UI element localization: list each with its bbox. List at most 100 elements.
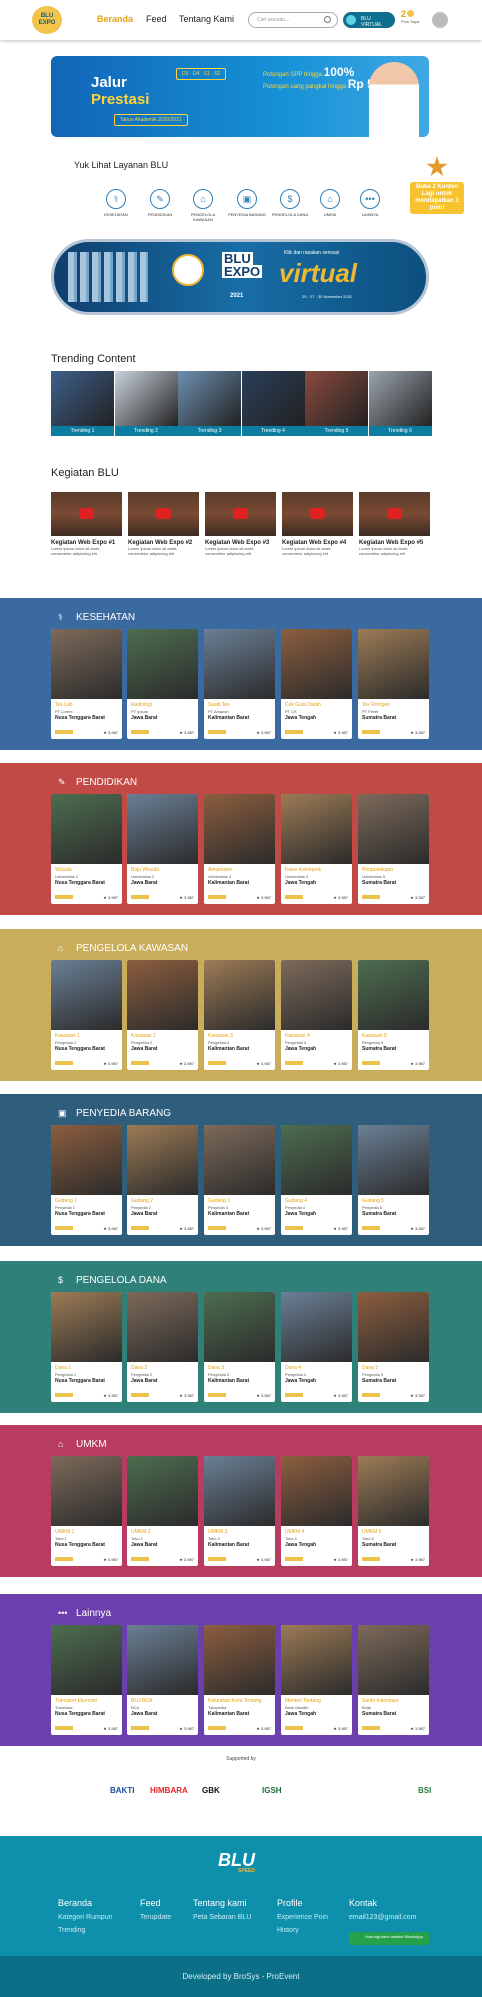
footer-heading[interactable]: Tentang kami <box>193 1898 247 1908</box>
trending-card[interactable]: Trending 5 <box>305 371 368 436</box>
nav-tentang-kami[interactable]: Tentang Kami <box>179 14 234 24</box>
item-image <box>281 1292 352 1362</box>
category-title[interactable]: UMKM <box>76 1439 107 1450</box>
item-card[interactable]: Kawasan 4 Pengelola 4 Jawa Tengah ★ 3.987 <box>281 960 352 1070</box>
video-thumbnail[interactable] <box>128 492 199 536</box>
item-card[interactable]: Kawasan 1 Pengelola 1 Nusa Tenggara Barat ★… <box>51 960 122 1070</box>
service-pengelola-kawasan[interactable]: ⌂ PENGELOLA KAWASAN <box>184 189 222 222</box>
avatar[interactable] <box>432 12 448 28</box>
item-card[interactable]: Perpustakaan Universitas 5 Sumatra Barat ★ … <box>358 794 429 904</box>
blu-expo-virtual-banner[interactable]: BLU EXPO Klik dan rasakan sensasi virtual… <box>51 239 429 315</box>
item-card[interactable]: Almamater Universitas 3 Kalimantan Barat ★ … <box>204 794 275 904</box>
footer-link[interactable]: Trending <box>58 1927 112 1934</box>
rating-bar <box>362 1557 380 1561</box>
item-card[interactable]: Kawasan 5 Pengelola 5 Sumatra Barat ★ 3.987 <box>358 960 429 1070</box>
footer-link[interactable]: History <box>277 1927 328 1934</box>
footer-heading[interactable]: Beranda <box>58 1898 92 1908</box>
video-thumbnail[interactable] <box>282 492 353 536</box>
search-icon[interactable] <box>324 16 331 23</box>
item-card[interactable]: UMKM 1 Toko 1 Nusa Tenggara Barat ★ 3.987 <box>51 1456 122 1566</box>
whatsapp-button[interactable]: Hubungi kami melalui WhatsApp <box>349 1932 429 1945</box>
service-umkm[interactable]: ⌂ UMKM <box>311 189 349 217</box>
trending-card[interactable]: Trending 3 <box>178 371 241 436</box>
video-thumbnail[interactable] <box>51 492 122 536</box>
kegiatan-card[interactable]: Kegiatan Web Expo #5 Lorem ipsum dolor si… <box>359 492 430 556</box>
item-card[interactable]: Dana 4 Pengelola 4 Jawa Tengah ★ 3.987 <box>281 1292 352 1402</box>
footer-heading[interactable]: Kontak <box>349 1898 377 1908</box>
footer-link[interactable]: Experience Poin <box>277 1914 328 1921</box>
trending-card[interactable]: Trending 1 <box>51 371 114 436</box>
video-thumbnail[interactable] <box>359 492 430 536</box>
item-card[interactable]: Kawasan 3 Pengelola 3 Kalimantan Barat ★ 3.… <box>204 960 275 1070</box>
item-card[interactable]: Dana 1 Pengelola 1 Nusa Tenggara Barat ★ 3.… <box>51 1292 122 1402</box>
footer-link[interactable]: Peta Sebaran BLU <box>193 1914 251 1921</box>
trending-card[interactable]: Trending 2 <box>114 371 178 436</box>
blu-expo-logo[interactable]: BLU EXPO <box>32 6 62 34</box>
kegiatan-card[interactable]: Kegiatan Web Expo #2 Lorem ipsum dolor si… <box>128 492 199 556</box>
service-pendidikan[interactable]: ✎ PENDIDIKAN <box>141 189 179 217</box>
trending-card[interactable]: Trending 4 <box>241 371 305 436</box>
item-card[interactable]: Kelurahan Kota Tentang Tokopedia Kalimanta… <box>204 1625 275 1735</box>
service-penyedia-barang[interactable]: ▣ PENYEDIA BARANG <box>228 189 266 217</box>
nav-beranda[interactable]: Beranda <box>97 14 133 24</box>
item-card[interactable]: BLU BCA BCA Jawa Barat ★ 3.987 <box>127 1625 198 1735</box>
item-card[interactable]: Santri Indonesia Bnak Sumatra Barat ★ 3.987 <box>358 1625 429 1735</box>
category-title[interactable]: Lainnya <box>76 1608 111 1619</box>
item-card[interactable]: Transport Ekonomi Traveloka Nusa Tenggara … <box>51 1625 122 1735</box>
item-card[interactable]: Menteri Tentang Bank Mandiri Jawa Tengah ★ … <box>281 1625 352 1735</box>
item-card[interactable]: UMKM 2 Toko 2 Jawa Barat ★ 3.987 <box>127 1456 198 1566</box>
item-card[interactable]: Cek Gula Darah PT CK Jawa Tengah ★ 3.987 <box>281 629 352 739</box>
service-pengelola-dana[interactable]: $ PENGELOLA DANA <box>271 189 309 217</box>
item-card[interactable]: Tes Rontgen PT Fimer Sumatra Barat ★ 3.987 <box>358 629 429 739</box>
search-input[interactable]: Cari sesuatu... <box>248 12 338 28</box>
item-card[interactable]: Dana 3 Pengelola 3 Kalimantan Barat ★ 3.987 <box>204 1292 275 1402</box>
service-lainnya[interactable]: ••• LAINNYA <box>351 189 389 217</box>
blu-virtual-button[interactable]: BLU VIRTUAL <box>343 12 395 28</box>
rating-bar <box>208 1393 226 1397</box>
unlock-badge[interactable]: Buka 2 Konten Lagi untuk mendapatkan 1 p… <box>408 156 466 218</box>
item-card[interactable]: Gudang 4 Penyedia 4 Jawa Tengah ★ 3.987 <box>281 1125 352 1235</box>
item-card[interactable]: Gudang 5 Penyedia 5 Sumatra Barat ★ 3.987 <box>358 1125 429 1235</box>
item-card[interactable]: UMKM 5 Toko 5 Sumatra Barat ★ 3.987 <box>358 1456 429 1566</box>
category-title[interactable]: PENGELOLA KAWASAN <box>76 943 188 954</box>
trending-image <box>368 371 432 426</box>
footer-link[interactable]: Kategori Rumpun <box>58 1914 112 1921</box>
item-provider: Pengelola 1 <box>55 1040 77 1045</box>
item-provider: PT Amazon <box>208 709 229 714</box>
kegiatan-card[interactable]: Kegiatan Web Expo #1 Lorem ipsum dolor si… <box>51 492 122 556</box>
item-card[interactable]: Gudang 2 Penyedia 2 Jawa Barat ★ 3.987 <box>127 1125 198 1235</box>
item-card[interactable]: Dana 5 Pengelola 5 Sumatra Barat ★ 3.987 <box>358 1292 429 1402</box>
item-card[interactable]: UMKM 3 Toko 3 Kalimantan Barat ★ 3.987 <box>204 1456 275 1566</box>
promo-banner[interactable]: Jalur Prestasi D3 · D4 · S1 · S2 Tahun Ak… <box>51 56 429 137</box>
item-title: UMKM 2 <box>131 1529 151 1535</box>
item-card[interactable]: Radiologi PT Ipsum Jawa Barat ★ 3.987 <box>127 629 198 739</box>
item-card[interactable]: Swab Tes PT Amazon Kalimantan Barat ★ 3.987 <box>204 629 275 739</box>
navbar: BLU EXPO Beranda Feed Tentang Kami Cari … <box>0 0 482 40</box>
category-title[interactable]: PENYEDIA BARANG <box>76 1108 171 1119</box>
footer-heading[interactable]: Profile <box>277 1898 303 1908</box>
item-card[interactable]: Tes Lab PT Lorem Nusa Tenggara Barat ★ 3.98… <box>51 629 122 739</box>
footer-heading[interactable]: Feed <box>140 1898 161 1908</box>
category-title[interactable]: PENDIDIKAN <box>76 777 137 788</box>
item-card[interactable]: Wisuda Universitas 1 Nusa Tenggara Barat ★ … <box>51 794 122 904</box>
kegiatan-card[interactable]: Kegiatan Web Expo #4 Lorem ipsum dolor si… <box>282 492 353 556</box>
footer-link[interactable]: email123@gmail.com <box>349 1914 416 1921</box>
item-card[interactable]: Gudang 1 Penyedia 1 Nusa Tenggara Barat ★ 3… <box>51 1125 122 1235</box>
category-title[interactable]: KESEHATAN <box>76 612 135 623</box>
item-card[interactable]: Kawasan 2 Pengelola 2 Jawa Barat ★ 3.987 <box>127 960 198 1070</box>
item-card[interactable]: UMKM 4 Toko 4 Jawa Tengah ★ 3.987 <box>281 1456 352 1566</box>
trending-card[interactable]: Trending 6 <box>368 371 432 436</box>
item-card[interactable]: Dana 2 Pengelola 2 Jawa Barat ★ 3.987 <box>127 1292 198 1402</box>
service-kesehatan[interactable]: ⚕ KESEHATAN <box>97 189 135 217</box>
item-provider: Pengelola 3 <box>208 1040 230 1045</box>
kegiatan-card[interactable]: Kegiatan Web Expo #3 Lorem ipsum dolor si… <box>205 492 276 556</box>
video-thumbnail[interactable] <box>205 492 276 536</box>
footer-link[interactable]: Terupdate <box>140 1914 171 1921</box>
category-title[interactable]: PENGELOLA DANA <box>76 1275 167 1286</box>
points-display[interactable]: 2 Poin Saya <box>401 9 419 24</box>
item-card[interactable]: Kelas Kelompok Universitas 4 Jawa Tengah ★ … <box>281 794 352 904</box>
item-card[interactable]: Baju Wisuda Universitas 2 Jawa Barat ★ 3.98… <box>127 794 198 904</box>
item-card[interactable]: Gudang 3 Penyedia 3 Kalimantan Barat ★ 3.98… <box>204 1125 275 1235</box>
item-provider: PT Ipsum <box>131 709 149 714</box>
nav-feed[interactable]: Feed <box>146 14 167 24</box>
